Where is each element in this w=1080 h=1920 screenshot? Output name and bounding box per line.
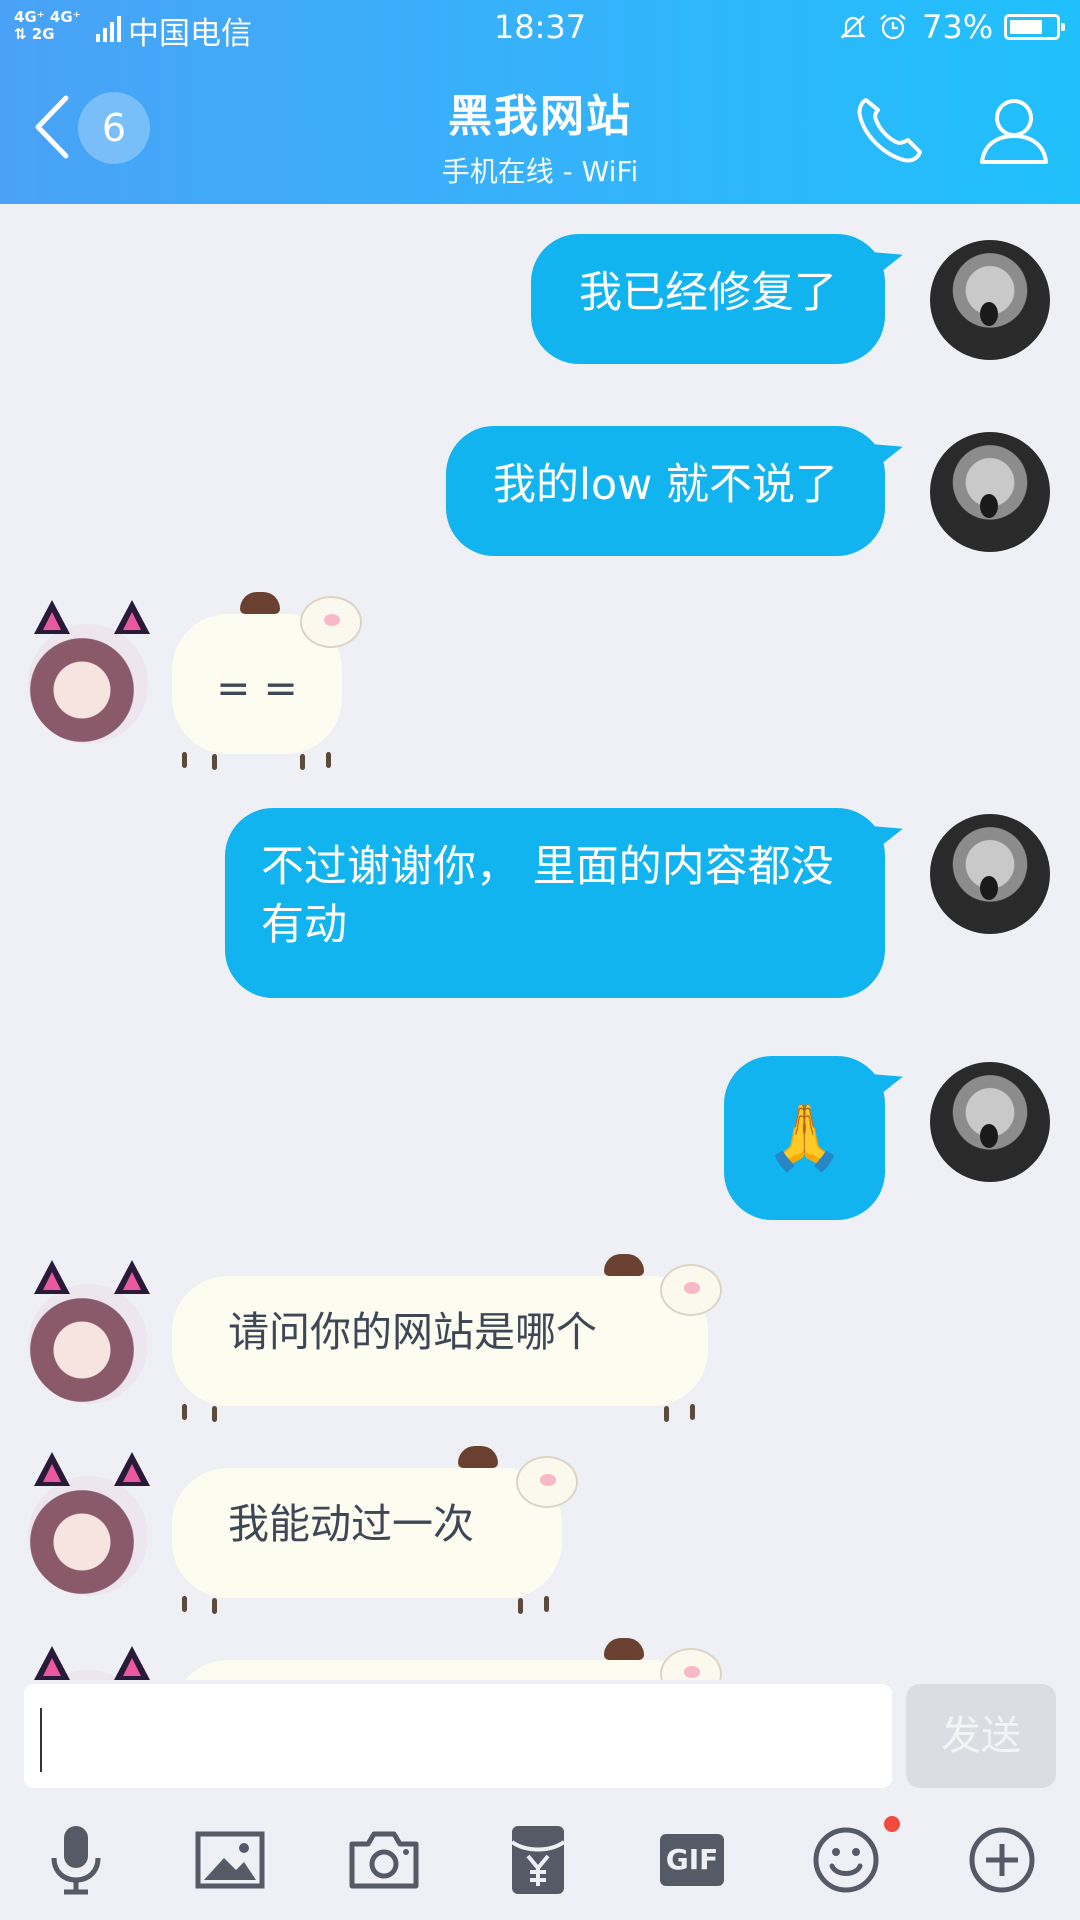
contact-avatar[interactable]	[28, 1476, 148, 1596]
my-avatar[interactable]	[930, 814, 1050, 934]
bubble-decoration	[458, 1446, 498, 1468]
notification-dot	[884, 1816, 900, 1832]
red-packet-icon[interactable]	[498, 1820, 578, 1900]
send-button[interactable]: 发送	[906, 1684, 1056, 1788]
text-caret	[40, 1708, 42, 1772]
contact-avatar[interactable]	[28, 1284, 148, 1404]
message-incoming[interactable]: 请问你的网站是哪个	[172, 1276, 708, 1406]
gif-label: GIF	[660, 1834, 724, 1886]
message-incoming-partial[interactable]	[172, 1660, 708, 1680]
plus-icon[interactable]	[962, 1820, 1042, 1900]
message-outgoing-emoji[interactable]: 🙏	[724, 1056, 885, 1220]
my-avatar[interactable]	[930, 1062, 1050, 1182]
message-incoming[interactable]: 我能动过一次	[172, 1468, 562, 1598]
sheep-decoration	[660, 1648, 722, 1680]
emoji-icon[interactable]	[806, 1820, 886, 1900]
my-avatar[interactable]	[930, 432, 1050, 552]
gif-icon[interactable]: GIF	[652, 1820, 732, 1900]
battery-percentage: 73%	[922, 8, 994, 46]
battery-icon	[1004, 14, 1065, 40]
sheep-decoration	[660, 1264, 722, 1316]
cat-ears-decoration	[34, 1646, 154, 1680]
cat-ears-decoration	[34, 600, 154, 634]
camera-icon[interactable]	[344, 1820, 424, 1900]
message-outgoing[interactable]: 我的low 就不说了	[446, 426, 885, 556]
bubble-decoration	[604, 1254, 644, 1276]
message-input[interactable]	[24, 1684, 892, 1788]
message-outgoing[interactable]: 不过谢谢你， 里面的内容都没有动	[225, 808, 885, 998]
bubble-decoration	[604, 1638, 644, 1660]
cat-ears-decoration	[34, 1260, 154, 1294]
microphone-icon[interactable]	[36, 1820, 116, 1900]
sheep-decoration	[300, 596, 362, 648]
composer-toolbar: GIF	[0, 1820, 1080, 1910]
alarm-icon	[880, 14, 906, 40]
bubble-decoration	[240, 592, 280, 614]
phone-call-icon[interactable]	[852, 92, 928, 168]
image-icon[interactable]	[190, 1820, 270, 1900]
mute-bell-icon	[840, 15, 866, 39]
profile-icon[interactable]	[976, 92, 1052, 168]
message-outgoing[interactable]: 我已经修复了	[531, 234, 885, 364]
status-time: 18:37	[493, 8, 587, 46]
composer: 发送 GIF	[0, 1680, 1080, 1920]
cat-ears-decoration	[34, 1452, 154, 1486]
top-bar: 4G⁺ 4G⁺ ⇅ 2G 中国电信 18:37 73% 6 黑我网站 手机在线 …	[0, 0, 1080, 204]
status-bar: 4G⁺ 4G⁺ ⇅ 2G 中国电信 18:37 73%	[0, 0, 1080, 56]
chat-messages[interactable]: 我已经修复了 我的low 就不说了 = = 不过谢谢你， 里面的内容都没有动 🙏…	[0, 204, 1080, 1680]
contact-avatar[interactable]	[28, 624, 148, 744]
sheep-decoration	[516, 1456, 578, 1508]
my-avatar[interactable]	[930, 240, 1050, 360]
